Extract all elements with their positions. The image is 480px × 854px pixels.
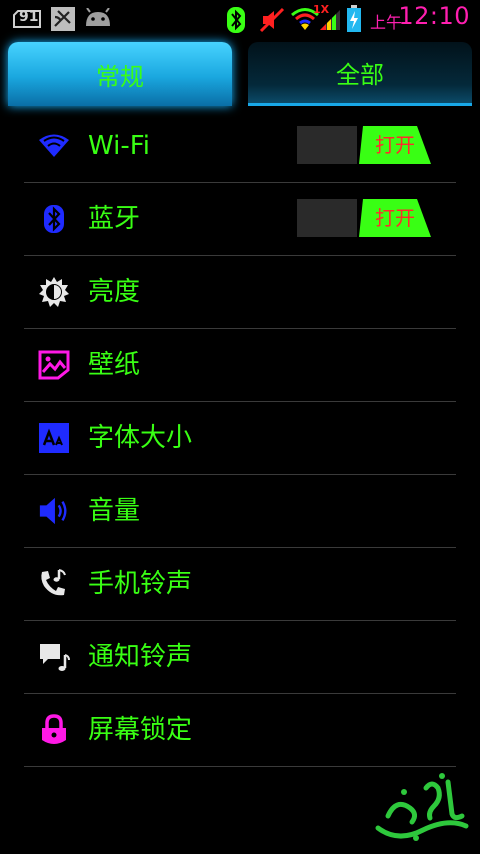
clock-time: 12:10	[398, 2, 470, 30]
setting-volume[interactable]: 音量	[24, 475, 456, 548]
font-size-icon	[38, 422, 70, 454]
setting-notification-ringtone[interactable]: 通知铃声	[24, 621, 456, 694]
bluetooth-toggle[interactable]: 打开	[297, 199, 431, 237]
satellite-icon	[50, 6, 76, 36]
wallpaper-icon	[38, 349, 70, 381]
bluetooth-toggle-label: 打开	[375, 206, 415, 230]
setting-brightness-label: 亮度	[88, 277, 141, 307]
brightness-icon	[38, 276, 70, 308]
tab-general[interactable]: 常规	[8, 42, 232, 106]
setting-bluetooth-label: 蓝牙	[88, 204, 141, 234]
setting-phone-ringtone[interactable]: 手机铃声	[24, 548, 456, 621]
phone-ringtone-icon	[38, 568, 70, 600]
tab-bar: 常规 全部	[0, 38, 480, 110]
wifi-icon	[38, 130, 70, 162]
setting-phone-ringtone-label: 手机铃声	[88, 569, 193, 599]
tab-all[interactable]: 全部	[248, 42, 472, 106]
setting-notification-ringtone-label: 通知铃声	[88, 642, 193, 672]
setting-screen-lock[interactable]: 屏幕锁定	[24, 694, 456, 767]
cell-signal-icon	[318, 8, 342, 36]
mute-icon	[259, 7, 285, 37]
wifi-toggle-label: 打开	[375, 133, 415, 157]
tab-general-label: 常规	[96, 62, 144, 91]
setting-font-size[interactable]: 字体大小	[24, 402, 456, 475]
volume-icon	[38, 495, 70, 527]
am-pm-label: 上午	[370, 13, 403, 32]
battery-charging-icon	[346, 5, 362, 37]
watermark-logo	[368, 768, 476, 848]
toggle-off-track	[297, 199, 357, 237]
setting-wifi-label: Wi-Fi	[88, 131, 151, 161]
setting-bluetooth[interactable]: 蓝牙 打开	[24, 183, 456, 256]
android-icon	[84, 7, 112, 32]
setting-screen-lock-label: 屏幕锁定	[88, 715, 193, 745]
bluetooth-icon	[38, 203, 70, 235]
setting-brightness[interactable]: 亮度	[24, 256, 456, 329]
tab-all-label: 全部	[336, 61, 384, 89]
status-bar: 91 1X 上午 12:10	[0, 0, 480, 38]
setting-wallpaper-label: 壁纸	[88, 350, 141, 380]
setting-volume-label: 音量	[88, 496, 141, 526]
setting-wifi[interactable]: Wi-Fi 打开	[24, 110, 456, 183]
bluetooth-status-icon	[226, 6, 246, 38]
sim-badge-number: 91	[19, 9, 39, 25]
wifi-toggle[interactable]: 打开	[297, 126, 431, 164]
notification-ringtone-icon	[38, 641, 70, 673]
setting-font-size-label: 字体大小	[88, 423, 193, 453]
settings-list: Wi-Fi 打开 蓝牙 打开 亮度 壁纸 字体大小 音量 手机铃声 通知铃声 屏…	[24, 110, 456, 767]
setting-wallpaper[interactable]: 壁纸	[24, 329, 456, 402]
lock-icon	[38, 714, 70, 746]
toggle-off-track	[297, 126, 357, 164]
